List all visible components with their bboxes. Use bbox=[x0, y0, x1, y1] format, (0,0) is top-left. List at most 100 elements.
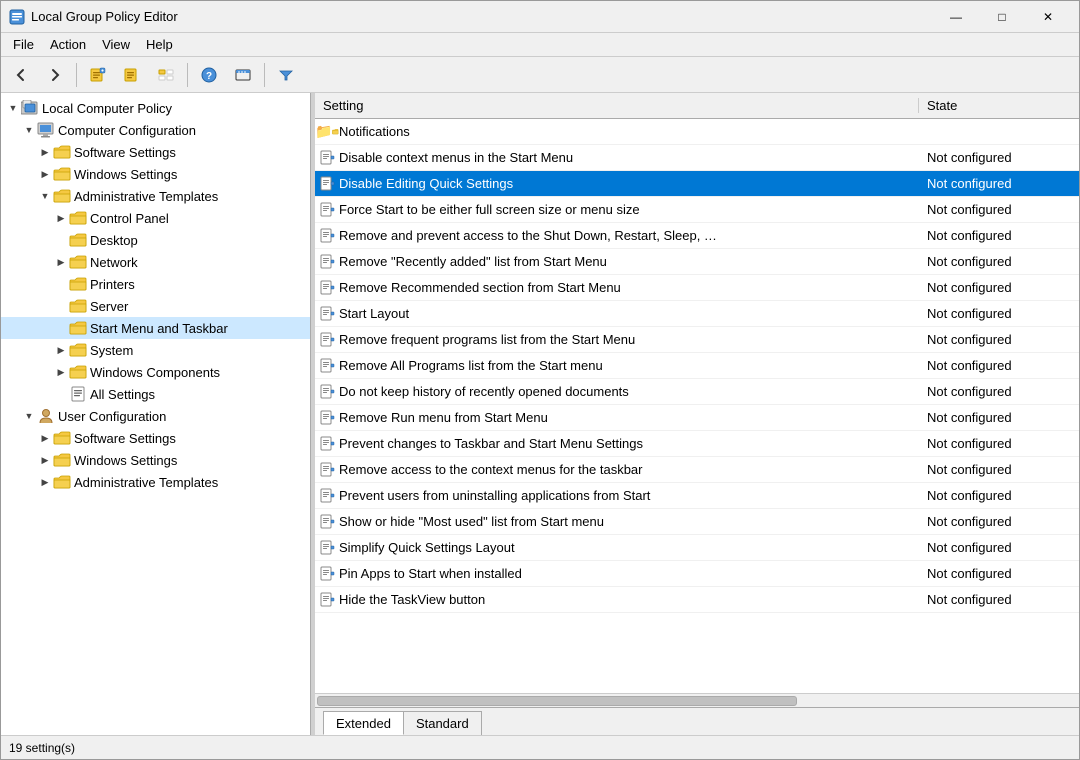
tree-item-server[interactable]: Server bbox=[1, 295, 310, 317]
tree-item-all-settings[interactable]: All Settings bbox=[1, 383, 310, 405]
menu-file[interactable]: File bbox=[5, 35, 42, 54]
list-row-icon-policy bbox=[315, 592, 339, 608]
tree-toggle-computer-configuration[interactable]: ▼ bbox=[21, 122, 37, 138]
list-row-icon-policy bbox=[315, 488, 339, 504]
menu-help[interactable]: Help bbox=[138, 35, 181, 54]
horizontal-scrollbar[interactable] bbox=[315, 693, 1079, 707]
list-row-remove-shutdown[interactable]: Remove and prevent access to the Shut Do… bbox=[315, 223, 1079, 249]
tree-toggle-desktop[interactable] bbox=[53, 232, 69, 248]
list-row-state-start-layout: Not configured bbox=[919, 306, 1079, 321]
list-row-disable-editing-quick[interactable]: Disable Editing Quick SettingsNot config… bbox=[315, 171, 1079, 197]
tree-label-control-panel: Control Panel bbox=[90, 211, 169, 226]
list-row-force-start-full[interactable]: Force Start to be either full screen siz… bbox=[315, 197, 1079, 223]
list-row-remove-recommended[interactable]: Remove Recommended section from Start Me… bbox=[315, 275, 1079, 301]
list-row-name-remove-recently-added: Remove "Recently added" list from Start … bbox=[339, 254, 919, 269]
tree-item-user-configuration[interactable]: ▼ User Configuration bbox=[1, 405, 310, 427]
list-body: Notifications Disable context menus in t… bbox=[315, 119, 1079, 693]
tree-item-computer-configuration[interactable]: ▼ Computer Configuration bbox=[1, 119, 310, 141]
list-row-remove-recently-added[interactable]: Remove "Recently added" list from Start … bbox=[315, 249, 1079, 275]
toolbar-separator-2 bbox=[187, 63, 188, 87]
tree-item-software-settings-user[interactable]: ▶ Software Settings bbox=[1, 427, 310, 449]
tree-toggle-software-settings[interactable]: ▶ bbox=[37, 144, 53, 160]
tree-toggle-windows-components[interactable]: ▶ bbox=[53, 364, 69, 380]
tree-item-windows-settings-user[interactable]: ▶ Windows Settings bbox=[1, 449, 310, 471]
list-row-disable-context-menus[interactable]: Disable context menus in the Start MenuN… bbox=[315, 145, 1079, 171]
list-row-notifications[interactable]: Notifications bbox=[315, 119, 1079, 145]
tree-toggle-control-panel[interactable]: ▶ bbox=[53, 210, 69, 226]
list-row-remove-frequent[interactable]: Remove frequent programs list from the S… bbox=[315, 327, 1079, 353]
filter-button[interactable] bbox=[270, 61, 302, 89]
minimize-button[interactable]: — bbox=[933, 1, 979, 33]
list-row-name-prevent-uninstall: Prevent users from uninstalling applicat… bbox=[339, 488, 919, 503]
list-row-show-most-used[interactable]: Show or hide "Most used" list from Start… bbox=[315, 509, 1079, 535]
list-row-state-simplify-quick: Not configured bbox=[919, 540, 1079, 555]
status-bar: 19 setting(s) bbox=[1, 735, 1079, 759]
list-row-no-history[interactable]: Do not keep history of recently opened d… bbox=[315, 379, 1079, 405]
list-row-name-force-start-full: Force Start to be either full screen siz… bbox=[339, 202, 919, 217]
forward-button[interactable] bbox=[39, 61, 71, 89]
list-row-prevent-uninstall[interactable]: Prevent users from uninstalling applicat… bbox=[315, 483, 1079, 509]
tree-toggle-administrative-templates[interactable]: ▼ bbox=[37, 188, 53, 204]
tree-label-software-settings-user: Software Settings bbox=[74, 431, 176, 446]
back-button[interactable] bbox=[5, 61, 37, 89]
list-row-prevent-taskbar-changes[interactable]: Prevent changes to Taskbar and Start Men… bbox=[315, 431, 1079, 457]
view-button[interactable] bbox=[150, 61, 182, 89]
tree-toggle-windows-settings-user[interactable]: ▶ bbox=[37, 452, 53, 468]
tree-toggle-network[interactable]: ▶ bbox=[53, 254, 69, 270]
list-row-state-remove-run-menu: Not configured bbox=[919, 410, 1079, 425]
tree-item-local-computer-policy[interactable]: ▼ Local Computer Policy bbox=[1, 97, 310, 119]
tree-item-network[interactable]: ▶ Network bbox=[1, 251, 310, 273]
link-gpo-button[interactable] bbox=[116, 61, 148, 89]
list-row-icon-folder bbox=[315, 123, 339, 140]
list-row-remove-context-taskbar[interactable]: Remove access to the context menus for t… bbox=[315, 457, 1079, 483]
tree-item-windows-settings[interactable]: ▶ Windows Settings bbox=[1, 163, 310, 185]
new-gpo-button[interactable] bbox=[82, 61, 114, 89]
tab-extended[interactable]: Extended bbox=[323, 711, 404, 735]
tree-toggle-user-configuration[interactable]: ▼ bbox=[21, 408, 37, 424]
list-row-remove-all-programs[interactable]: Remove All Programs list from the Start … bbox=[315, 353, 1079, 379]
tree-item-windows-components[interactable]: ▶ Windows Components bbox=[1, 361, 310, 383]
close-button[interactable]: ✕ bbox=[1025, 1, 1071, 33]
tree-toggle-start-menu-taskbar[interactable] bbox=[53, 320, 69, 336]
menu-view[interactable]: View bbox=[94, 35, 138, 54]
tree-toggle-windows-settings[interactable]: ▶ bbox=[37, 166, 53, 182]
list-row-pin-apps[interactable]: Pin Apps to Start when installedNot conf… bbox=[315, 561, 1079, 587]
tree-toggle-software-settings-user[interactable]: ▶ bbox=[37, 430, 53, 446]
refresh-button[interactable] bbox=[227, 61, 259, 89]
list-row-name-disable-context-menus: Disable context menus in the Start Menu bbox=[339, 150, 919, 165]
tree-toggle-system[interactable]: ▶ bbox=[53, 342, 69, 358]
list-row-hide-taskview[interactable]: Hide the TaskView buttonNot configured bbox=[315, 587, 1079, 613]
list-row-remove-run-menu[interactable]: Remove Run menu from Start MenuNot confi… bbox=[315, 405, 1079, 431]
window-title: Local Group Policy Editor bbox=[31, 9, 933, 24]
col-header-setting[interactable]: Setting bbox=[315, 98, 919, 113]
tree-toggle-local-computer-policy[interactable]: ▼ bbox=[5, 100, 21, 116]
tree-item-administrative-templates-user[interactable]: ▶ Administrative Templates bbox=[1, 471, 310, 493]
tree-toggle-printers[interactable] bbox=[53, 276, 69, 292]
tree-item-control-panel[interactable]: ▶ Control Panel bbox=[1, 207, 310, 229]
menu-action[interactable]: Action bbox=[42, 35, 94, 54]
tree-item-software-settings[interactable]: ▶ Software Settings bbox=[1, 141, 310, 163]
tree-item-desktop[interactable]: Desktop bbox=[1, 229, 310, 251]
tree-toggle-all-settings[interactable] bbox=[53, 386, 69, 402]
list-row-icon-policy bbox=[315, 254, 339, 270]
list-row-icon-policy bbox=[315, 514, 339, 530]
help-button[interactable]: ? bbox=[193, 61, 225, 89]
tree-toggle-server[interactable] bbox=[53, 298, 69, 314]
maximize-button[interactable]: □ bbox=[979, 1, 1025, 33]
tree-item-administrative-templates[interactable]: ▼ Administrative Templates bbox=[1, 185, 310, 207]
tree-item-system[interactable]: ▶ System bbox=[1, 339, 310, 361]
tree-item-start-menu-taskbar[interactable]: Start Menu and Taskbar bbox=[1, 317, 310, 339]
list-row-simplify-quick[interactable]: Simplify Quick Settings LayoutNot config… bbox=[315, 535, 1079, 561]
list-row-state-hide-taskview: Not configured bbox=[919, 592, 1079, 607]
scrollbar-thumb[interactable] bbox=[317, 696, 797, 706]
tabs-bar: ExtendedStandard bbox=[315, 707, 1079, 735]
list-row-state-pin-apps: Not configured bbox=[919, 566, 1079, 581]
tree-icon-folder bbox=[69, 232, 87, 248]
tree-toggle-administrative-templates-user[interactable]: ▶ bbox=[37, 474, 53, 490]
list-row-start-layout[interactable]: Start LayoutNot configured bbox=[315, 301, 1079, 327]
tree-item-printers[interactable]: Printers bbox=[1, 273, 310, 295]
tab-standard[interactable]: Standard bbox=[403, 711, 482, 735]
col-header-state[interactable]: State bbox=[919, 98, 1079, 113]
list-row-state-remove-frequent: Not configured bbox=[919, 332, 1079, 347]
tree-label-printers: Printers bbox=[90, 277, 135, 292]
